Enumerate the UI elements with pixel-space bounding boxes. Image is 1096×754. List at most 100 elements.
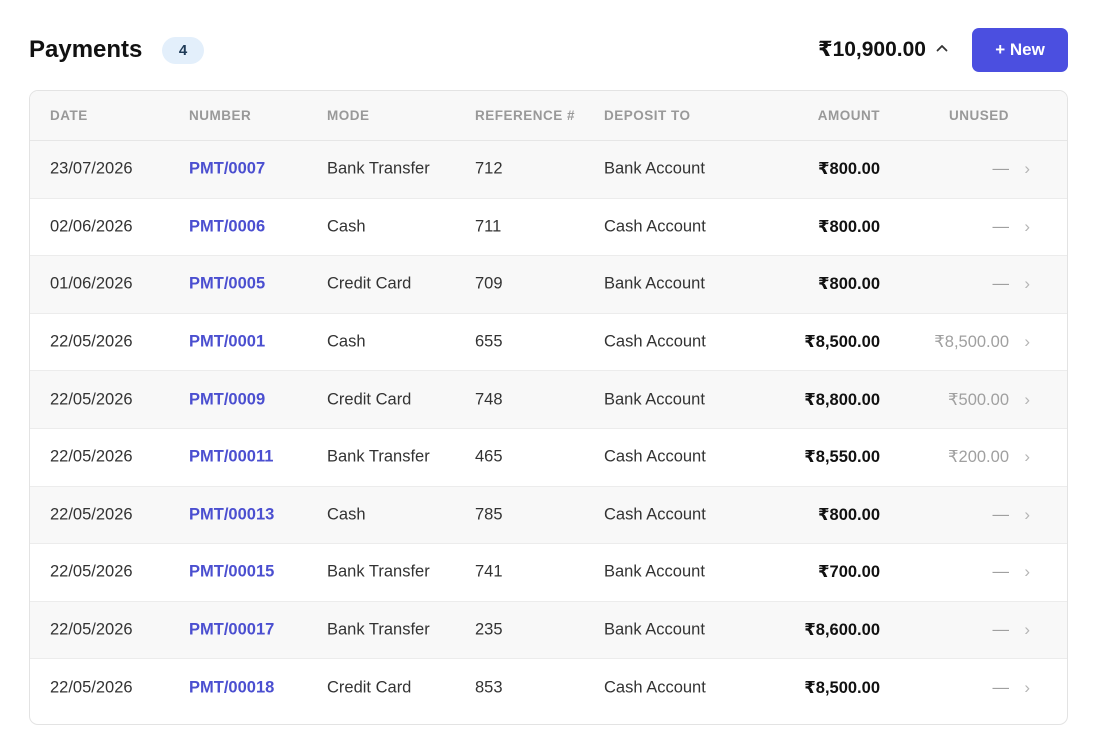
payment-number-link[interactable]: PMT/0007 xyxy=(189,160,265,179)
cell-date: 22/05/2026 xyxy=(50,447,133,466)
cell-mode: Bank Transfer xyxy=(327,159,430,178)
cell-mode: Credit Card xyxy=(327,390,412,409)
cell-reference: 712 xyxy=(475,159,503,178)
cell-mode: Cash xyxy=(327,505,366,524)
cell-mode: Cash xyxy=(327,332,366,351)
cell-unused: — xyxy=(992,505,1010,524)
payments-total: ₹10,900.00 xyxy=(817,38,926,61)
table-row[interactable]: 22/05/2026 PMT/00013 Cash 785 Cash Accou… xyxy=(30,486,1067,545)
cell-reference: 235 xyxy=(475,620,503,639)
payment-number-link[interactable]: PMT/00018 xyxy=(189,679,274,698)
cell-deposit-to: Cash Account xyxy=(604,332,706,351)
chevron-right-icon[interactable]: › xyxy=(1024,159,1030,179)
chevron-up-icon[interactable] xyxy=(934,40,950,56)
cell-reference: 785 xyxy=(475,505,503,524)
payment-number-link[interactable]: PMT/00013 xyxy=(189,505,274,524)
cell-date: 22/05/2026 xyxy=(50,390,133,409)
cell-mode: Cash xyxy=(327,217,366,236)
payment-number-link[interactable]: PMT/0006 xyxy=(189,217,265,236)
cell-deposit-to: Bank Account xyxy=(604,562,705,581)
cell-reference: 709 xyxy=(475,274,503,293)
column-header-unused: UNUSED xyxy=(948,108,1009,123)
cell-amount: ₹800.00 xyxy=(818,160,880,179)
cell-reference: 853 xyxy=(475,678,503,697)
column-header-date: DATE xyxy=(50,108,88,123)
cell-reference: 465 xyxy=(475,447,503,466)
column-header-mode: MODE xyxy=(327,108,370,123)
table-row[interactable]: 22/05/2026 PMT/00011 Bank Transfer 465 C… xyxy=(30,429,1067,487)
new-payment-button[interactable]: + New xyxy=(972,28,1068,72)
payments-header: Payments 4 ₹10,900.00 + New xyxy=(29,28,1068,72)
cell-date: 22/05/2026 xyxy=(50,332,133,351)
payment-number-link[interactable]: PMT/00015 xyxy=(189,563,274,582)
cell-date: 22/05/2026 xyxy=(50,620,133,639)
table-header: DATE NUMBER MODE REFERENCE # DEPOSIT TO … xyxy=(30,91,1067,141)
cell-date: 22/05/2026 xyxy=(50,678,133,697)
column-header-deposit-to: DEPOSIT TO xyxy=(604,108,691,123)
chevron-right-icon[interactable]: › xyxy=(1024,505,1030,525)
column-header-amount: AMOUNT xyxy=(817,108,880,123)
cell-unused: — xyxy=(992,562,1010,581)
chevron-right-icon[interactable]: › xyxy=(1024,447,1030,467)
cell-unused: ₹200.00 xyxy=(948,448,1009,467)
table-row[interactable]: 22/05/2026 PMT/00017 Bank Transfer 235 B… xyxy=(30,601,1067,660)
cell-amount: ₹800.00 xyxy=(818,505,880,524)
cell-date: 22/05/2026 xyxy=(50,505,133,524)
cell-deposit-to: Cash Account xyxy=(604,678,706,697)
cell-reference: 655 xyxy=(475,332,503,351)
count-badge: 4 xyxy=(162,37,204,64)
cell-amount: ₹8,500.00 xyxy=(804,333,880,352)
column-header-number: NUMBER xyxy=(189,108,252,123)
chevron-right-icon[interactable]: › xyxy=(1024,562,1030,582)
table-row[interactable]: 22/05/2026 PMT/0001 Cash 655 Cash Accoun… xyxy=(30,314,1067,372)
cell-unused: ₹500.00 xyxy=(948,390,1009,409)
cell-deposit-to: Cash Account xyxy=(604,217,706,236)
cell-mode: Credit Card xyxy=(327,678,412,697)
cell-date: 02/06/2026 xyxy=(50,217,133,236)
payment-number-link[interactable]: PMT/00011 xyxy=(189,448,273,467)
cell-unused: — xyxy=(992,678,1010,697)
cell-reference: 711 xyxy=(475,217,502,236)
cell-mode: Credit Card xyxy=(327,274,412,293)
cell-date: 23/07/2026 xyxy=(50,159,133,178)
cell-deposit-to: Bank Account xyxy=(604,274,705,293)
cell-unused: — xyxy=(992,620,1010,639)
chevron-right-icon[interactable]: › xyxy=(1024,620,1030,640)
cell-date: 22/05/2026 xyxy=(50,562,133,581)
chevron-right-icon[interactable]: › xyxy=(1024,274,1030,294)
page-title: Payments xyxy=(29,36,143,63)
cell-unused: — xyxy=(992,274,1010,293)
cell-reference: 741 xyxy=(475,562,503,581)
payment-number-link[interactable]: PMT/0005 xyxy=(189,275,265,294)
cell-amount: ₹8,550.00 xyxy=(804,448,880,467)
table-row[interactable]: 02/06/2026 PMT/0006 Cash 711 Cash Accoun… xyxy=(30,199,1067,257)
cell-amount: ₹8,500.00 xyxy=(804,679,880,698)
table-row[interactable]: 22/05/2026 PMT/00015 Bank Transfer 741 B… xyxy=(30,544,1067,602)
cell-amount: ₹700.00 xyxy=(818,563,880,582)
cell-date: 01/06/2026 xyxy=(50,274,133,293)
payment-number-link[interactable]: PMT/0001 xyxy=(189,333,265,352)
table-row[interactable]: 22/05/2026 PMT/00018 Credit Card 853 Cas… xyxy=(30,659,1067,717)
cell-deposit-to: Cash Account xyxy=(604,447,706,466)
cell-mode: Bank Transfer xyxy=(327,620,430,639)
cell-reference: 748 xyxy=(475,390,503,409)
table-row[interactable]: 22/05/2026 PMT/0009 Credit Card 748 Bank… xyxy=(30,371,1067,429)
chevron-right-icon[interactable]: › xyxy=(1024,678,1030,698)
cell-amount: ₹800.00 xyxy=(818,217,880,236)
cell-amount: ₹8,800.00 xyxy=(804,390,880,409)
chevron-right-icon[interactable]: › xyxy=(1024,390,1030,410)
cell-deposit-to: Bank Account xyxy=(604,390,705,409)
payment-number-link[interactable]: PMT/0009 xyxy=(189,390,265,409)
table-row[interactable]: 01/06/2026 PMT/0005 Credit Card 709 Bank… xyxy=(30,256,1067,314)
cell-unused: ₹8,500.00 xyxy=(934,333,1009,352)
cell-amount: ₹800.00 xyxy=(818,275,880,294)
chevron-right-icon[interactable]: › xyxy=(1024,332,1030,352)
cell-unused: — xyxy=(992,217,1010,236)
cell-deposit-to: Bank Account xyxy=(604,620,705,639)
cell-deposit-to: Bank Account xyxy=(604,159,705,178)
cell-mode: Bank Transfer xyxy=(327,447,430,466)
payment-number-link[interactable]: PMT/00017 xyxy=(189,621,274,640)
cell-deposit-to: Cash Account xyxy=(604,505,706,524)
chevron-right-icon[interactable]: › xyxy=(1024,217,1030,237)
table-row[interactable]: 23/07/2026 PMT/0007 Bank Transfer 712 Ba… xyxy=(30,141,1067,199)
